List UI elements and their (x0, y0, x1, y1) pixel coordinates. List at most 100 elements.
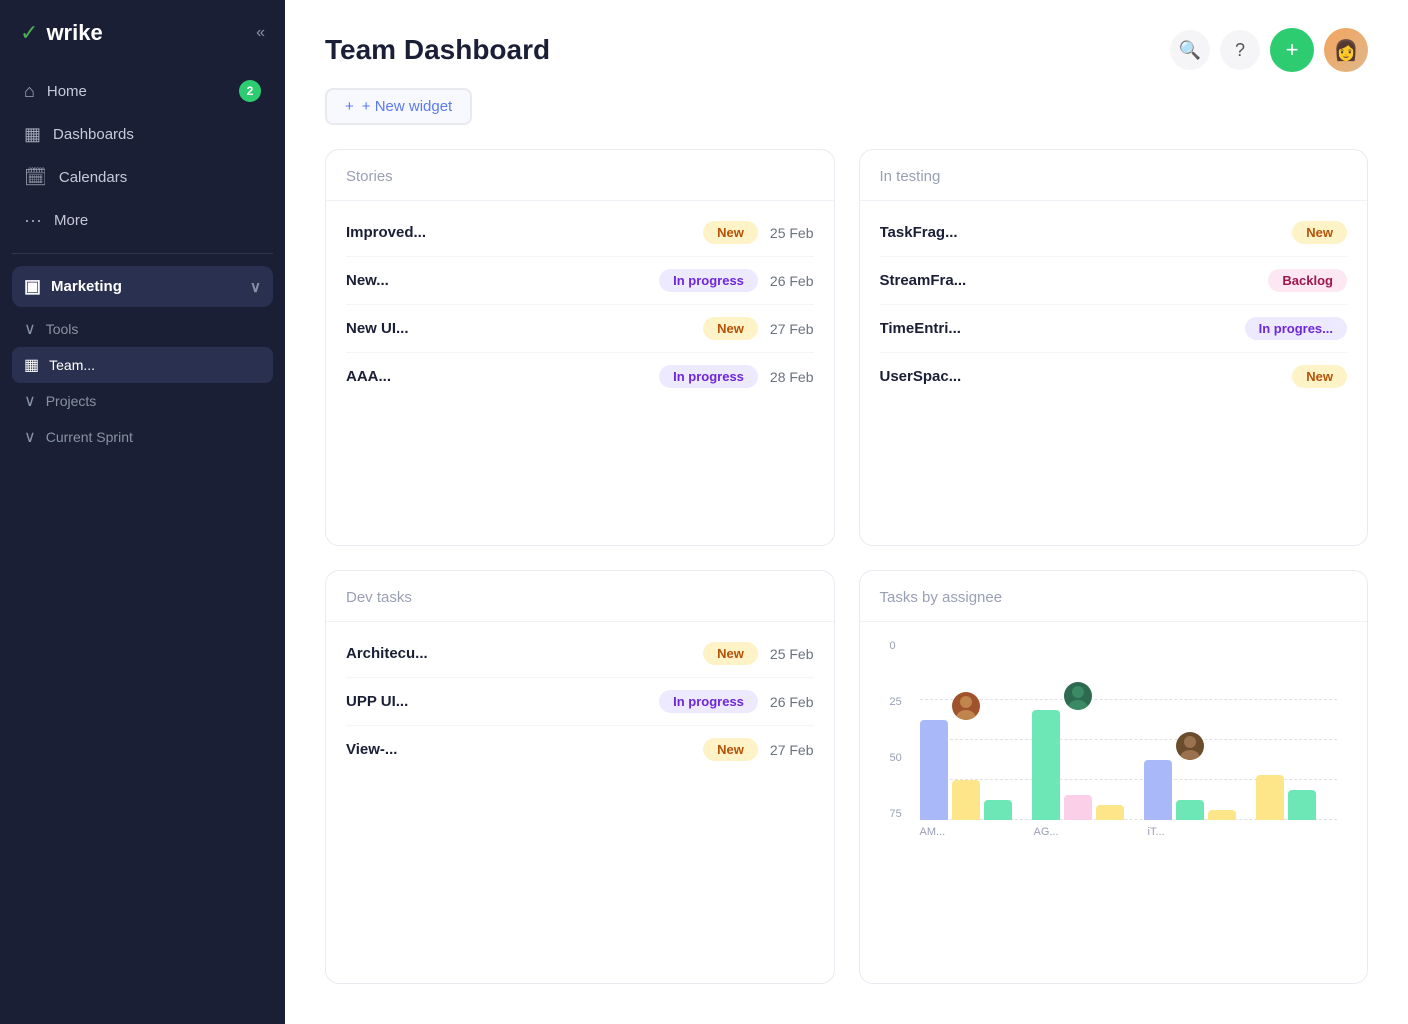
task-badge: New (1292, 221, 1347, 244)
marketing-expand-icon: ∨ (250, 278, 261, 296)
bar-am-2 (952, 780, 980, 820)
calendars-icon: 🗓 (24, 167, 47, 188)
marketing-section[interactable]: ▣ Marketing ∨ (12, 266, 273, 307)
sidebar-item-more[interactable]: ··· More (12, 200, 273, 241)
bar-ag-2 (1064, 795, 1092, 820)
sidebar-item-tools[interactable]: ∨ Tools (12, 311, 273, 347)
marketing-label: Marketing (51, 278, 122, 295)
bar-it-1 (1144, 760, 1172, 820)
search-button[interactable]: 🔍 (1170, 30, 1210, 70)
bar-am-1 (920, 720, 948, 820)
sidebar-section: ∨ Tools ▦ Team... ∨ Projects ∨ Current S… (0, 311, 285, 455)
sidebar-label-team: Team... (49, 357, 95, 373)
collapse-sidebar-button[interactable]: « (256, 24, 265, 42)
task-row[interactable]: TimeEntri... In progres... (880, 305, 1348, 353)
task-name: Improved... (346, 224, 691, 241)
task-date: 25 Feb (770, 646, 814, 662)
widget-dev-tasks-header: Dev tasks (326, 571, 834, 622)
task-row[interactable]: New UI... New 27 Feb (346, 305, 814, 353)
task-name: View-... (346, 741, 691, 758)
sidebar-label-dashboards: Dashboards (53, 126, 134, 143)
sidebar-label-calendars: Calendars (59, 169, 127, 186)
sidebar-item-projects[interactable]: ∨ Projects (12, 383, 273, 419)
task-name: TimeEntri... (880, 320, 1233, 337)
avatar-it (1176, 732, 1204, 760)
team-dashboard-icon: ▦ (24, 355, 39, 375)
task-date: 27 Feb (770, 742, 814, 758)
chart-dashed-line-75 (920, 699, 1338, 700)
widget-tasks-by-assignee-content: 75 50 25 0 (860, 622, 1368, 983)
task-badge: New (703, 221, 758, 244)
task-row[interactable]: AAA... In progress 28 Feb (346, 353, 814, 400)
wrike-logo-icon: ✓ (20, 20, 38, 46)
new-widget-label: + New widget (362, 98, 452, 115)
bar-other-1 (1256, 775, 1284, 820)
sidebar-divider (12, 253, 273, 254)
task-badge: In progress (659, 690, 758, 713)
task-name: StreamFra... (880, 272, 1257, 289)
sidebar-item-home[interactable]: ⌂ Home 2 (12, 70, 273, 112)
sidebar-logo: ✓ wrike « (0, 20, 285, 70)
sidebar-item-current-sprint[interactable]: ∨ Current Sprint (12, 419, 273, 455)
main-content: Team Dashboard 🔍 ? + 👩 + + New widget St… (285, 0, 1408, 1024)
widget-stories-header: Stories (326, 150, 834, 201)
task-row[interactable]: View-... New 27 Feb (346, 726, 814, 773)
sidebar-item-dashboards[interactable]: ▦ Dashboards (12, 114, 273, 155)
y-label-50: 50 (890, 752, 902, 764)
task-badge: New (703, 642, 758, 665)
chart-bars: 75 50 25 0 (890, 640, 1338, 820)
task-row[interactable]: TaskFrag... New (880, 209, 1348, 257)
home-badge: 2 (239, 80, 261, 102)
sidebar-label-tools: Tools (46, 321, 79, 337)
chart-area: 75 50 25 0 (880, 630, 1348, 838)
x-label-am: AM... (920, 826, 1010, 838)
task-row[interactable]: Architecu... New 25 Feb (346, 630, 814, 678)
bar-it-3 (1208, 810, 1236, 820)
y-label-75: 75 (890, 808, 902, 820)
task-date: 27 Feb (770, 321, 814, 337)
task-badge: New (703, 738, 758, 761)
task-name: UserSpac... (880, 368, 1281, 385)
widget-stories-content: Improved... New 25 Feb New... In progres… (326, 201, 834, 545)
chart-group-it (1144, 760, 1236, 820)
x-label-ag: AG... (1034, 826, 1124, 838)
widget-tasks-by-assignee-title: Tasks by assignee (880, 589, 1003, 606)
avatar-ag (1064, 682, 1092, 710)
y-label-25: 25 (890, 696, 902, 708)
marketing-icon: ▣ (24, 276, 41, 297)
help-button[interactable]: ? (1220, 30, 1260, 70)
sidebar-label-home: Home (47, 83, 87, 100)
sidebar-label-projects: Projects (46, 393, 97, 409)
task-row[interactable]: Improved... New 25 Feb (346, 209, 814, 257)
task-row[interactable]: StreamFra... Backlog (880, 257, 1348, 305)
header: Team Dashboard 🔍 ? + 👩 (285, 0, 1408, 88)
bar-ag-3 (1096, 805, 1124, 820)
task-row[interactable]: UPP UI... In progress 26 Feb (346, 678, 814, 726)
task-date: 26 Feb (770, 273, 814, 289)
sidebar-label-more: More (54, 212, 88, 229)
sidebar-item-calendars[interactable]: 🗓 Calendars (12, 157, 273, 198)
chart-y-axis: 75 50 25 0 (890, 640, 902, 820)
task-date: 28 Feb (770, 369, 814, 385)
task-name: TaskFrag... (880, 224, 1281, 241)
logo-area: ✓ wrike (20, 20, 103, 46)
chart-group-am (920, 720, 1012, 820)
more-icon: ··· (24, 210, 42, 231)
logo-text: wrike (46, 20, 102, 46)
task-date: 25 Feb (770, 225, 814, 241)
user-avatar[interactable]: 👩 (1324, 28, 1368, 72)
add-button[interactable]: + (1270, 28, 1314, 72)
chart-group-other (1256, 775, 1316, 820)
current-sprint-chevron-icon: ∨ (24, 427, 36, 447)
task-badge: In progress (659, 269, 758, 292)
sidebar-label-current-sprint: Current Sprint (46, 429, 133, 445)
widget-dev-tasks-content: Architecu... New 25 Feb UPP UI... In pro… (326, 622, 834, 983)
sidebar-item-team-dashboard[interactable]: ▦ Team... (12, 347, 273, 383)
task-name: UPP UI... (346, 693, 647, 710)
task-row[interactable]: New... In progress 26 Feb (346, 257, 814, 305)
home-icon: ⌂ (24, 81, 35, 102)
new-widget-button[interactable]: + + New widget (325, 88, 472, 125)
bar-ag-1 (1032, 710, 1060, 820)
task-badge: In progress (659, 365, 758, 388)
task-row[interactable]: UserSpac... New (880, 353, 1348, 400)
